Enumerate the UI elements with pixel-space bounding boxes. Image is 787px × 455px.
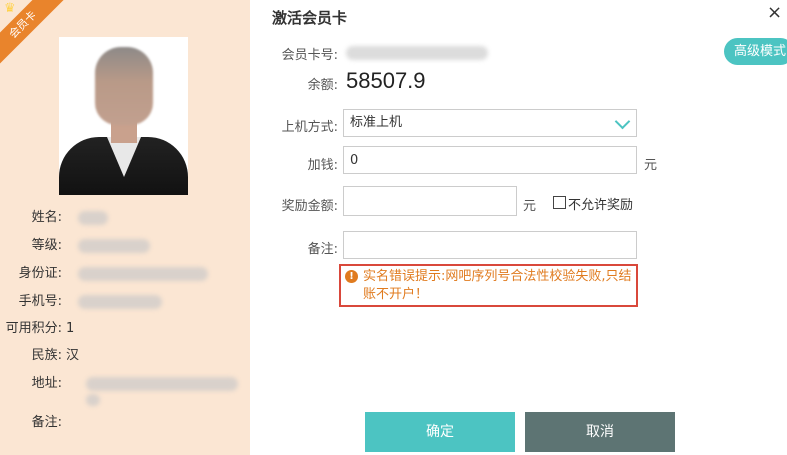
advanced-mode-button[interactable]: 高级模式 [724, 38, 787, 65]
bonus-label: 奖励金额: [281, 199, 338, 214]
remark-input[interactable] [343, 231, 637, 259]
blurred-value [86, 377, 238, 391]
blurred-value [78, 239, 150, 253]
field-level: 等级: [0, 236, 62, 256]
chevron-down-icon [614, 113, 631, 130]
add-money-input[interactable] [343, 146, 637, 174]
blurred-value [78, 295, 162, 309]
no-bonus-checkbox[interactable] [553, 196, 566, 209]
balance-value: 58507.9 [346, 68, 426, 93]
field-label: 地址: [31, 376, 62, 391]
mode-selected-value: 标准上机 [350, 115, 403, 130]
crown-icon: ♛ [4, 1, 16, 16]
no-bonus-label[interactable]: 不允许奖励 [568, 194, 633, 213]
add-money-label: 加钱: [307, 158, 338, 173]
field-points: 可用积分: [0, 319, 62, 339]
field-name: 姓名: [0, 208, 62, 228]
field-label: 备注: [31, 415, 62, 430]
field-phone: 手机号: [0, 292, 62, 312]
bonus-unit: 元 [523, 199, 537, 214]
member-photo [59, 37, 188, 195]
error-message-text: 实名错误提示:网吧序列号合法性校验失败,只结账不开户！ [363, 269, 632, 302]
points-value: 1 [66, 321, 75, 336]
activate-card-dialog: 会员卡 ♛ 姓名: 等级: 身份证: 手机号: 可用积分: 1 民族: 汉 地址… [0, 0, 787, 455]
field-address: 地址: [0, 374, 62, 394]
blurred-value [78, 211, 108, 225]
add-money-unit: 元 [644, 158, 658, 173]
field-label: 手机号: [18, 294, 62, 309]
dialog-title: 激活会员卡 [272, 9, 348, 27]
member-info-panel: 会员卡 ♛ 姓名: 等级: 身份证: 手机号: 可用积分: 1 民族: 汉 地址… [0, 0, 250, 455]
warning-icon: ! [345, 270, 358, 283]
field-label: 姓名: [31, 210, 62, 225]
field-label: 可用积分: [5, 321, 62, 336]
field-remark: 备注: [0, 413, 62, 433]
balance-label: 余额: [307, 78, 338, 93]
blurred-value [86, 394, 100, 406]
field-ethnicity: 民族: [0, 346, 62, 366]
field-label: 民族: [31, 348, 62, 363]
ethnicity-value: 汉 [66, 348, 80, 363]
card-number-label: 会员卡号: [281, 48, 338, 63]
confirm-button[interactable]: 确定 [365, 412, 515, 452]
card-number-value [346, 46, 488, 60]
field-label: 等级: [31, 238, 62, 253]
cancel-button[interactable]: 取消 [525, 412, 675, 452]
blurred-value [78, 267, 208, 281]
mode-label: 上机方式: [281, 120, 338, 135]
field-label: 身份证: [18, 266, 62, 281]
remark-label: 备注: [307, 242, 338, 257]
bonus-input[interactable] [343, 186, 517, 216]
close-icon[interactable]: × [767, 2, 782, 23]
field-id-card: 身份证: [0, 264, 62, 284]
error-message-box: ! 实名错误提示:网吧序列号合法性校验失败,只结账不开户！ [339, 264, 638, 307]
mode-select[interactable]: 标准上机 [343, 109, 637, 137]
